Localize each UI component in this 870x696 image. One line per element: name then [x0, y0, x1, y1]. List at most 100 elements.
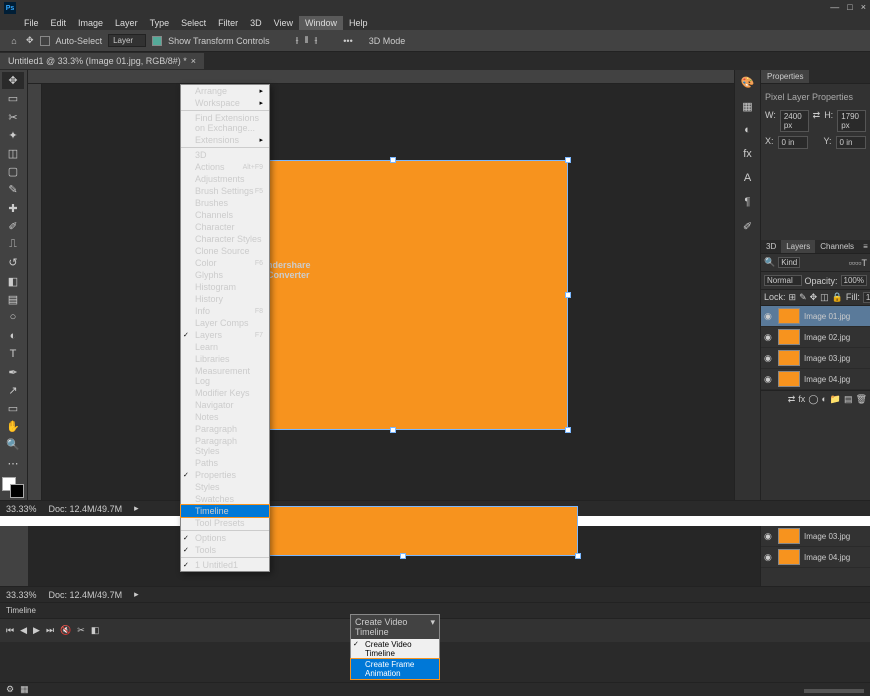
- transform-handle[interactable]: [390, 157, 396, 163]
- artboard-2[interactable]: [228, 506, 578, 556]
- background-swatch[interactable]: [10, 484, 24, 498]
- menu-item-brush-settings[interactable]: Brush SettingsF5: [181, 185, 269, 197]
- delete-layer-icon[interactable]: 🗑: [856, 394, 867, 405]
- menu-item-clone-source[interactable]: Clone Source: [181, 245, 269, 257]
- doc-info[interactable]: Doc: 12.4M/49.7M: [49, 504, 123, 514]
- timeline-next-frame-icon[interactable]: ⏭: [46, 625, 54, 636]
- transform-handle[interactable]: [390, 427, 396, 433]
- menu-item-histogram[interactable]: Histogram: [181, 281, 269, 293]
- lock-icon[interactable]: ◫: [820, 292, 829, 303]
- menu-item-tool-presets[interactable]: Tool Presets: [181, 517, 269, 529]
- visibility-icon[interactable]: ◉: [764, 311, 774, 322]
- edit-toolbar[interactable]: ⋯: [2, 455, 24, 472]
- crop-tool[interactable]: ◫: [2, 145, 24, 162]
- create-timeline-dropdown[interactable]: Create Video Timeline▾ Create Video Time…: [350, 614, 440, 680]
- 3d-tab[interactable]: 3D: [761, 240, 781, 253]
- menu-item-brushes[interactable]: Brushes: [181, 197, 269, 209]
- layer-thumbnail[interactable]: [778, 308, 800, 324]
- menu-select[interactable]: Select: [175, 16, 212, 30]
- transform-handle[interactable]: [565, 427, 571, 433]
- menu-item-navigator[interactable]: Navigator: [181, 399, 269, 411]
- menu-file[interactable]: File: [18, 16, 45, 30]
- menu-item-paths[interactable]: Paths: [181, 457, 269, 469]
- home-icon[interactable]: ⌂: [8, 35, 20, 47]
- menu-item-modifier-keys[interactable]: Modifier Keys: [181, 387, 269, 399]
- menu-layer[interactable]: Layer: [109, 16, 144, 30]
- visibility-icon[interactable]: ◉: [764, 531, 774, 542]
- x-field[interactable]: 0 in: [778, 136, 808, 149]
- eraser-tool[interactable]: ◧: [2, 272, 24, 289]
- menu-item-extensions[interactable]: Extensions: [181, 134, 269, 146]
- panel-menu-icon[interactable]: ≡: [859, 240, 870, 253]
- menu-image[interactable]: Image: [72, 16, 109, 30]
- menu-item-workspace[interactable]: Workspace: [181, 97, 269, 109]
- maximize-button[interactable]: □: [847, 2, 852, 12]
- canvas-area-2[interactable]: ◉Image 03.jpg◉Image 04.jpg: [0, 526, 870, 586]
- document-tab[interactable]: Untitled1 @ 33.3% (Image 01.jpg, RGB/8#)…: [0, 53, 204, 69]
- menu-item-swatches[interactable]: Swatches: [181, 493, 269, 505]
- transform-handle[interactable]: [400, 553, 406, 559]
- layer-thumbnail[interactable]: [778, 528, 800, 544]
- transform-handle[interactable]: [565, 157, 571, 163]
- menu-item-character[interactable]: Character: [181, 221, 269, 233]
- layer-row[interactable]: ◉Image 01.jpg: [761, 306, 870, 327]
- layer-row[interactable]: ◉Image 04.jpg: [761, 547, 870, 568]
- layer-fx-icon[interactable]: fx: [798, 394, 805, 405]
- menu-item-history[interactable]: History: [181, 293, 269, 305]
- menu-filter[interactable]: Filter: [212, 16, 244, 30]
- lock-icon[interactable]: 🔒: [832, 292, 843, 303]
- auto-select-target-dropdown[interactable]: Layer: [108, 34, 146, 47]
- layer-thumbnail[interactable]: [778, 329, 800, 345]
- menu-edit[interactable]: Edit: [45, 16, 73, 30]
- menu-item-layers[interactable]: LayersF7: [181, 329, 269, 341]
- menu-item-info[interactable]: InfoF8: [181, 305, 269, 317]
- create-video-timeline-button[interactable]: Create Video Timeline▾: [351, 615, 439, 639]
- brushes-panel-icon[interactable]: ✐: [739, 218, 757, 234]
- menu-help[interactable]: Help: [343, 16, 374, 30]
- hand-tool[interactable]: ✋: [2, 418, 24, 435]
- artboard[interactable]: /ondershare niConverter: [218, 160, 568, 430]
- transform-handle[interactable]: [565, 292, 571, 298]
- menu-item-measurement-log[interactable]: Measurement Log: [181, 365, 269, 387]
- layer-row[interactable]: ◉Image 02.jpg: [761, 327, 870, 348]
- frame-tool[interactable]: ▢: [2, 163, 24, 180]
- zoom-level[interactable]: 33.33%: [6, 504, 37, 514]
- adjustments-panel-icon[interactable]: ◐: [739, 122, 757, 138]
- color-swatches[interactable]: [2, 477, 24, 498]
- path-tool[interactable]: ↗: [2, 382, 24, 399]
- menu-item-timeline[interactable]: Timeline: [181, 505, 269, 517]
- styles-panel-icon[interactable]: fx: [739, 146, 757, 162]
- timeline-convert-icon[interactable]: ▦: [20, 684, 29, 695]
- link-layers-icon[interactable]: ⇄: [788, 394, 796, 405]
- menu-item-tools[interactable]: Tools: [181, 544, 269, 556]
- window-menu-dropdown[interactable]: ArrangeWorkspaceFind Extensions on Excha…: [180, 84, 270, 572]
- timeline-split-icon[interactable]: ✂: [77, 625, 85, 636]
- opacity-field[interactable]: 100%: [841, 275, 867, 286]
- lasso-tool[interactable]: ✂: [2, 108, 24, 125]
- menu-item-paragraph-styles[interactable]: Paragraph Styles: [181, 435, 269, 457]
- menubar[interactable]: FileEditImageLayerTypeSelectFilter3DView…: [0, 16, 870, 30]
- gradient-tool[interactable]: ▤: [2, 291, 24, 308]
- menu-item-paragraph[interactable]: Paragraph: [181, 423, 269, 435]
- timeline-menu-create-video-timeline[interactable]: Create Video Timeline: [351, 639, 439, 659]
- menu-view[interactable]: View: [268, 16, 299, 30]
- menu-item-glyphs[interactable]: Glyphs: [181, 269, 269, 281]
- pen-tool[interactable]: ✒: [2, 364, 24, 381]
- menu-item-adjustments[interactable]: Adjustments: [181, 173, 269, 185]
- layer-row[interactable]: ◉Image 03.jpg: [761, 526, 870, 547]
- filter-kind-dropdown[interactable]: Kind: [778, 257, 800, 268]
- menu-item-learn[interactable]: Learn: [181, 341, 269, 353]
- menu-item-character-styles[interactable]: Character Styles: [181, 233, 269, 245]
- menu-3d[interactable]: 3D: [244, 16, 268, 30]
- timeline-options-icon[interactable]: ⚙: [6, 684, 14, 695]
- menu-item-options[interactable]: Options: [181, 532, 269, 544]
- paragraph-panel-icon[interactable]: ¶: [739, 194, 757, 210]
- visibility-icon[interactable]: ◉: [764, 353, 774, 364]
- wand-tool[interactable]: ✦: [2, 127, 24, 144]
- menu-item-actions[interactable]: ActionsAlt+F9: [181, 161, 269, 173]
- layers-tab[interactable]: Layers: [781, 240, 815, 253]
- visibility-icon[interactable]: ◉: [764, 374, 774, 385]
- menu-type[interactable]: Type: [144, 16, 176, 30]
- menu-item-arrange[interactable]: Arrange: [181, 85, 269, 97]
- new-layer-icon[interactable]: ▤: [844, 394, 853, 405]
